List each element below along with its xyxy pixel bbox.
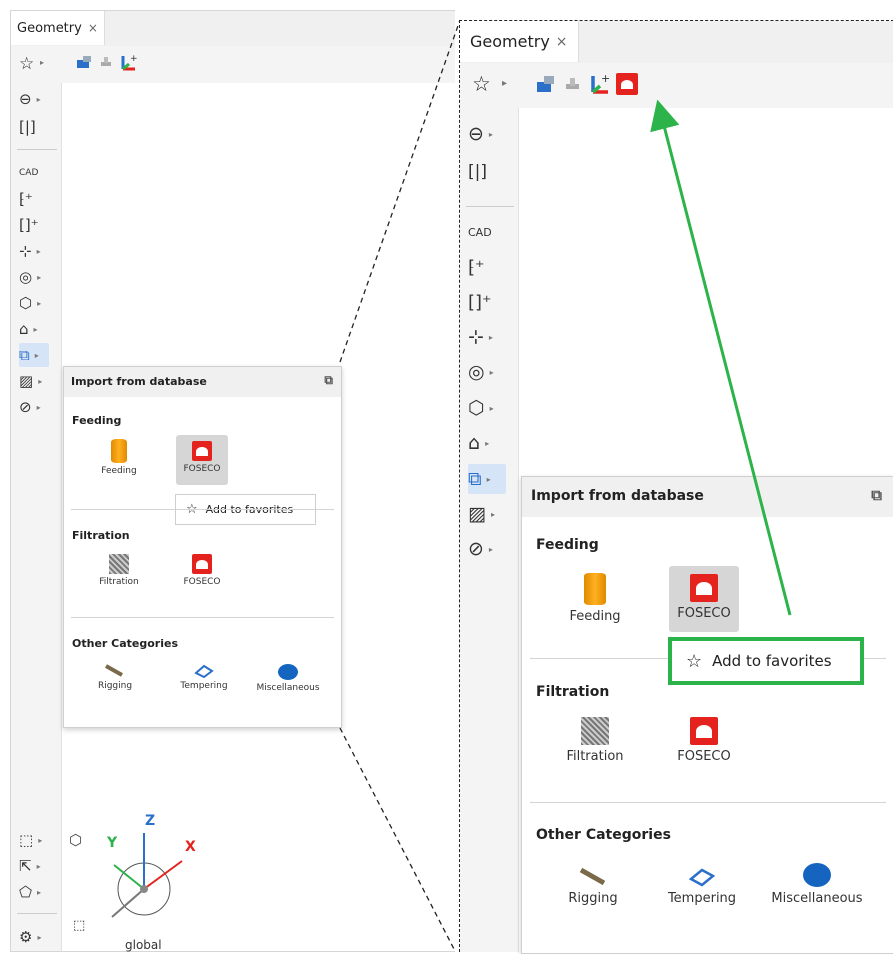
annotation-arrow [650,99,792,616]
